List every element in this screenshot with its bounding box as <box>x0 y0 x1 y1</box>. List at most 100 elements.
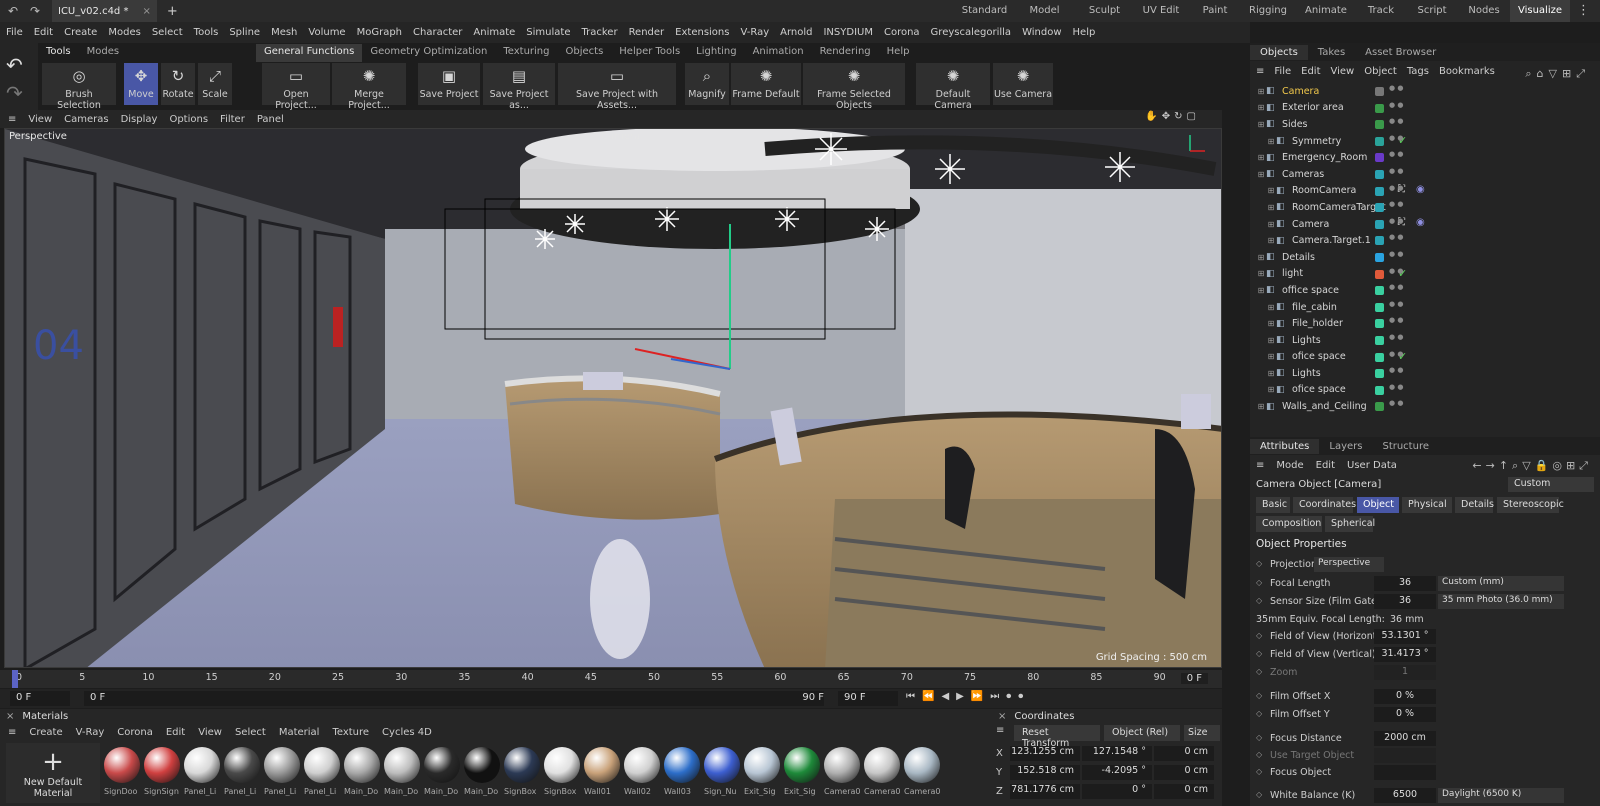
materials-close-icon[interactable]: × <box>6 711 14 722</box>
expand-icon[interactable]: ⊞ <box>1266 352 1276 361</box>
attributes-menu-mode[interactable]: Mode <box>1276 460 1303 471</box>
menu-v-ray[interactable]: V-Ray <box>740 27 769 38</box>
attributes-toolbar-icons[interactable]: ←→↑⌕▽🔒◎⊞⤢ <box>1472 459 1592 473</box>
material-swatch[interactable] <box>224 747 260 783</box>
layer-color-tag[interactable] <box>1375 186 1384 196</box>
keyframe-icon[interactable]: ◇ <box>1256 667 1262 676</box>
visibility-dots[interactable]: ● ● <box>1389 400 1403 407</box>
objects-menu-file[interactable]: File <box>1274 66 1291 77</box>
property-value-field[interactable]: 36 <box>1374 594 1436 609</box>
material-menu-corona[interactable]: Corona <box>117 727 153 738</box>
function-tab-objects[interactable]: Objects <box>558 44 612 62</box>
camera-tag-icon[interactable]: ⛶ <box>1398 184 1405 195</box>
tool-tab-modes[interactable]: Modes <box>79 44 127 62</box>
objects-tab-takes[interactable]: Takes <box>1308 45 1355 60</box>
material-swatch[interactable] <box>104 747 140 783</box>
property-select[interactable]: Custom (mm) <box>1438 576 1564 591</box>
object-tree-item[interactable]: ⊞ ◧ Camera ● ● <box>1250 83 1600 100</box>
property-tab-object[interactable]: Object <box>1357 497 1399 513</box>
material-swatch[interactable] <box>784 747 820 783</box>
menu-help[interactable]: Help <box>1073 27 1096 38</box>
open-project-button[interactable]: ▭ Open Project... <box>262 63 330 111</box>
material-swatch[interactable] <box>184 747 220 783</box>
menu-character[interactable]: Character <box>413 27 462 38</box>
attributes-tab-structure[interactable]: Structure <box>1372 439 1439 454</box>
viewport-menu-display[interactable]: Display <box>121 114 158 125</box>
layer-color-tag[interactable] <box>1375 203 1384 213</box>
object-tree-item[interactable]: ⊞ ◧ Symmetry ● ● ✓ <box>1250 133 1600 150</box>
menu-file[interactable]: File <box>6 27 23 38</box>
object-tree-item[interactable]: ⊞ ◧ RoomCameraTarget ● ● <box>1250 199 1600 216</box>
save-project-as-button[interactable]: ▤ Save Project as... <box>483 63 555 111</box>
layer-color-tag[interactable] <box>1375 252 1384 262</box>
visibility-dots[interactable]: ● ● <box>1389 85 1403 92</box>
coordinates-close-icon[interactable]: × <box>998 711 1006 722</box>
attributes-menu-user-data[interactable]: User Data <box>1347 460 1397 471</box>
menu-render[interactable]: Render <box>629 27 665 38</box>
object-tree-item[interactable]: ⊞ ◧ light ● ● ✓ <box>1250 266 1600 283</box>
layout-tab-nodes[interactable]: Nodes <box>1458 0 1510 22</box>
undo-large-icon[interactable]: ↶ <box>6 53 23 77</box>
keyframe-icon[interactable]: ◇ <box>1256 790 1262 799</box>
expand-icon[interactable]: ⊞ <box>1256 253 1266 262</box>
attributes-hamburger-icon[interactable]: ≡ <box>1256 460 1264 471</box>
menu-animate[interactable]: Animate <box>473 27 515 38</box>
material-swatch[interactable] <box>704 747 740 783</box>
rotation-field[interactable]: -4.2095 ° <box>1082 764 1152 780</box>
visibility-dots[interactable]: ● ● <box>1389 118 1403 125</box>
visibility-dots[interactable]: ● ● <box>1389 383 1403 390</box>
start-frame-field[interactable]: 0 F <box>10 691 70 706</box>
objects-menu-tags[interactable]: Tags <box>1407 66 1429 77</box>
camera-tag-icon[interactable]: ⛶ <box>1398 217 1405 228</box>
redo-icon[interactable]: ↷ <box>26 4 44 18</box>
undo-icon[interactable]: ↶ <box>4 4 22 18</box>
material-swatch[interactable] <box>864 747 900 783</box>
expand-icon[interactable]: ⊞ <box>1256 120 1266 129</box>
object-tree-item[interactable]: ⊞ ◧ ofice space ● ● ✓ <box>1250 349 1600 366</box>
material-swatch[interactable] <box>544 747 580 783</box>
viewport-menu-cameras[interactable]: Cameras <box>64 114 108 125</box>
layer-color-tag[interactable] <box>1375 236 1384 246</box>
menu-simulate[interactable]: Simulate <box>526 27 570 38</box>
layout-tab-visualize[interactable]: Visualize <box>1510 0 1570 22</box>
objects-tab-asset-browser[interactable]: Asset Browser <box>1355 45 1446 60</box>
layer-color-tag[interactable] <box>1375 369 1384 379</box>
size-field[interactable]: 0 cm <box>1154 745 1214 761</box>
keyframe-icon[interactable]: ◇ <box>1256 750 1262 759</box>
size-field[interactable]: 0 cm <box>1154 783 1214 799</box>
projection-select[interactable]: Perspective <box>1314 557 1384 572</box>
expand-icon[interactable]: ⊞ <box>1266 319 1276 328</box>
material-menu-cycles-4d[interactable]: Cycles 4D <box>382 727 432 738</box>
redo-large-icon[interactable]: ↷ <box>6 81 23 105</box>
frame-default-button[interactable]: ✺ Frame Default <box>731 63 801 105</box>
expand-icon[interactable]: ⊞ <box>1266 303 1276 312</box>
tool-tab-tools[interactable]: Tools <box>38 44 79 62</box>
layout-tab-track[interactable]: Track <box>1356 0 1406 22</box>
expand-icon[interactable]: ⊞ <box>1266 385 1276 394</box>
material-menu-view[interactable]: View <box>198 727 222 738</box>
size-field[interactable]: 0 cm <box>1154 764 1214 780</box>
object-tree-item[interactable]: ⊞ ◧ ofice space ● ● <box>1250 382 1600 399</box>
property-value-field[interactable]: 31.4173 ° <box>1374 647 1436 662</box>
object-tree-item[interactable]: ⊞ ◧ Sides ● ● <box>1250 116 1600 133</box>
viewport-menu-options[interactable]: Options <box>169 114 208 125</box>
function-tab-help[interactable]: Help <box>879 44 918 62</box>
add-tab-icon[interactable]: + <box>167 4 178 19</box>
function-tab-lighting[interactable]: Lighting <box>688 44 744 62</box>
function-tab-texturing[interactable]: Texturing <box>495 44 557 62</box>
layout-tab-sculpt[interactable]: Sculpt <box>1077 0 1132 22</box>
material-swatch[interactable] <box>504 747 540 783</box>
object-tree-item[interactable]: ⊞ ◧ office space ● ● <box>1250 282 1600 299</box>
menu-volume[interactable]: Volume <box>308 27 345 38</box>
layer-color-tag[interactable] <box>1375 402 1384 412</box>
visibility-dots[interactable]: ● ● <box>1389 300 1403 307</box>
object-tree-item[interactable]: ⊞ ◧ RoomCamera ● ● ⛶ ◉ <box>1250 183 1600 200</box>
object-tree-item[interactable]: ⊞ ◧ Camera.Target.1 ● ● <box>1250 232 1600 249</box>
layout-tab-standard[interactable]: Standard <box>957 0 1012 22</box>
property-tab-details[interactable]: Details <box>1455 497 1494 513</box>
keyframe-icon[interactable]: ◇ <box>1256 733 1262 742</box>
property-value-field[interactable]: 0 % <box>1374 707 1436 722</box>
objects-menu-object[interactable]: Object <box>1364 66 1397 77</box>
menu-corona[interactable]: Corona <box>884 27 920 38</box>
object-tree-item[interactable]: ⊞ ◧ File_holder ● ● <box>1250 315 1600 332</box>
